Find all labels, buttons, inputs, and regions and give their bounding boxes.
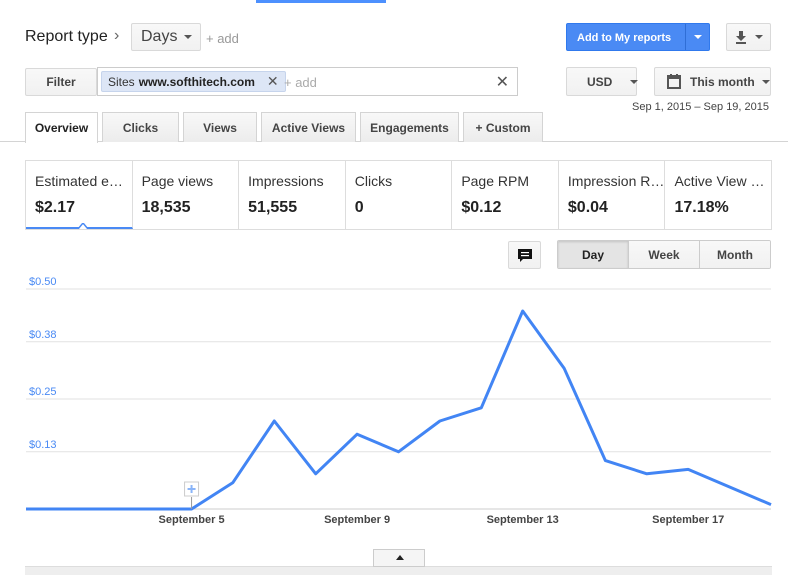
caret-down-icon [761, 79, 770, 84]
metrics-scorecard: Estimated e… $2.17 Page views 18,535 Imp… [25, 160, 772, 230]
metric-value: 0 [354, 199, 364, 216]
add-filter-input[interactable]: + add [284, 75, 317, 90]
caret-down-icon [184, 35, 193, 39]
filter-button[interactable]: Filter [25, 68, 97, 96]
dimension-dropdown[interactable]: Days [131, 23, 202, 51]
top-accent-line [256, 0, 386, 3]
close-icon[interactable]: ✕ [267, 73, 279, 90]
button-separator [685, 24, 686, 50]
x-tick-label: September 9 [324, 514, 390, 526]
x-tick-label: September 17 [652, 514, 724, 526]
metric-value: 17.18% [674, 199, 729, 216]
y-tick-label: $0.38 [29, 329, 57, 341]
y-tick-label: $0.13 [29, 439, 57, 451]
caret-down-icon [755, 35, 763, 39]
granularity-toggle: Day Week Month [557, 240, 771, 269]
metric-impressions[interactable]: Impressions 51,555 [239, 161, 346, 229]
annotation-button[interactable] [508, 241, 541, 269]
collapse-up-icon [396, 555, 404, 560]
metric-estimated-earnings[interactable]: Estimated e… $2.17 [26, 161, 133, 229]
granularity-day[interactable]: Day [558, 241, 629, 268]
date-range-dropdown[interactable]: This month [654, 67, 771, 96]
report-type-label: Report type [25, 28, 108, 45]
tab-active-views[interactable]: Active Views [261, 112, 356, 142]
selected-pointer-icon [78, 223, 88, 229]
collapse-chart-button[interactable] [373, 549, 425, 567]
filter-chip[interactable]: Sites www.softhitech.com ✕ [101, 71, 286, 92]
metric-active-view[interactable]: Active View … 17.18% [665, 161, 771, 229]
metric-value: $2.17 [35, 199, 76, 216]
metric-label: Impressions [248, 173, 324, 189]
metric-label: Active View … [674, 173, 765, 189]
tab-views[interactable]: Views [183, 112, 257, 142]
tab-custom[interactable]: + Custom [463, 112, 543, 142]
metric-label: Estimated e… [35, 173, 123, 189]
tab-clicks[interactable]: Clicks [102, 112, 179, 142]
download-button[interactable] [726, 23, 771, 51]
add-to-my-reports-button[interactable]: Add to My reports [566, 23, 710, 51]
metric-label: Page RPM [461, 173, 530, 189]
add-dimension-link[interactable]: + add [206, 31, 239, 46]
tab-engagements[interactable]: Engagements [360, 112, 459, 142]
granularity-month[interactable]: Month [700, 241, 770, 268]
comment-icon [517, 248, 532, 262]
calendar-icon [667, 74, 681, 89]
download-icon [736, 31, 746, 44]
chevron-right-icon: › [114, 27, 120, 44]
currency-value: USD [587, 74, 613, 89]
metric-page-rpm[interactable]: Page RPM $0.12 [452, 161, 559, 229]
y-tick-label: $0.50 [29, 276, 57, 288]
report-tabs: Overview Clicks Views Active Views Engag… [25, 112, 547, 143]
metric-impression-rpm[interactable]: Impression R… $0.04 [559, 161, 666, 229]
table-header-bar [25, 566, 772, 575]
metric-label: Impression R… [567, 173, 665, 189]
granularity-week[interactable]: Week [629, 241, 700, 268]
caret-down-icon [630, 79, 639, 84]
add-to-my-reports-label: Add to My reports [577, 32, 672, 44]
date-range-text: Sep 1, 2015 – Sep 19, 2015 [632, 101, 770, 113]
metric-page-views[interactable]: Page views 18,535 [133, 161, 240, 229]
filter-box[interactable]: Sites www.softhitech.com ✕ + add ✕ [97, 67, 518, 96]
filter-chip-prefix: Sites [108, 74, 135, 89]
currency-dropdown[interactable]: USD [566, 67, 639, 96]
metric-value: 51,555 [248, 199, 298, 216]
caret-down-icon[interactable] [694, 35, 702, 39]
close-icon[interactable]: ✕ [496, 72, 509, 92]
metric-value: $0.04 [567, 199, 608, 216]
x-tick-label: September 5 [159, 514, 225, 526]
y-tick-label: $0.25 [29, 386, 57, 398]
tab-overview[interactable]: Overview [25, 112, 98, 143]
metric-clicks[interactable]: Clicks 0 [346, 161, 453, 229]
metric-value: $0.12 [461, 199, 502, 216]
metric-value: 18,535 [141, 199, 191, 216]
earnings-line-chart[interactable]: $0.13 $0.25 $0.38 $0.50 September 5 September… [0, 270, 788, 545]
filter-chip-value: www.softhitech.com [138, 74, 255, 89]
series-line [26, 309, 772, 511]
dimension-value: Days [141, 28, 178, 45]
date-range-label: This month [690, 74, 755, 89]
x-tick-label: September 13 [487, 514, 559, 526]
metric-label: Page views [141, 173, 214, 189]
metric-label: Clicks [354, 173, 393, 189]
